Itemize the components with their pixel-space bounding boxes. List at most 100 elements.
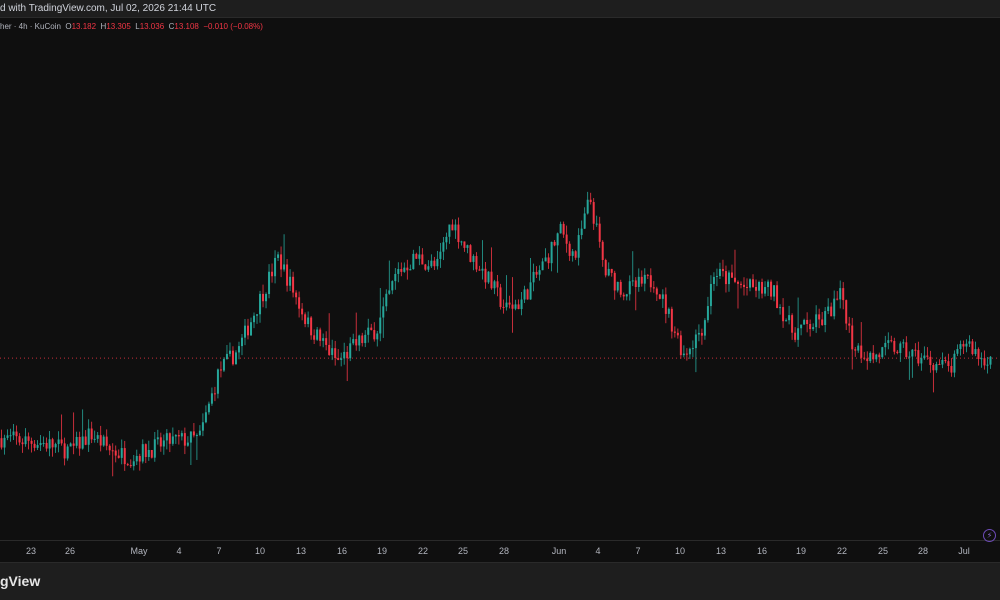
- candle-body: [228, 350, 231, 354]
- candle-body: [325, 338, 328, 345]
- footer-bar: gView: [0, 562, 1000, 600]
- candle-body: [9, 435, 12, 437]
- candle-body: [517, 304, 520, 310]
- candle-body: [286, 264, 289, 286]
- candle-body: [652, 287, 655, 289]
- candle-body: [132, 461, 135, 467]
- candle-body: [950, 366, 953, 373]
- candle-body: [183, 433, 186, 446]
- candle-body: [207, 403, 210, 413]
- candle-body: [971, 341, 974, 355]
- x-tick-label: 22: [417, 546, 429, 556]
- candle-body: [833, 298, 836, 317]
- candle-body: [643, 274, 646, 284]
- candle-body: [385, 293, 388, 307]
- candle-body: [803, 319, 806, 325]
- candle-body: [676, 332, 679, 336]
- candle-body: [18, 436, 21, 443]
- candle-body: [331, 348, 334, 355]
- candle-body: [884, 342, 887, 348]
- candle-body: [427, 266, 430, 270]
- candle-body: [313, 335, 316, 340]
- candle-body: [956, 348, 959, 354]
- candle-body: [911, 349, 914, 357]
- candle-body: [914, 349, 917, 351]
- candle-body: [487, 271, 490, 283]
- change-value: −0.010 (−0.08%): [203, 22, 263, 31]
- time-axis[interactable]: 23 26 May 4 7 10 13 16 19 22 25 28 Jun 4 7 10 13 16 19 22 25…: [0, 542, 1000, 560]
- x-tick-label: 19: [376, 546, 388, 556]
- candle-body: [93, 438, 96, 440]
- candle-body: [791, 315, 794, 333]
- candle-body: [809, 324, 812, 330]
- candle-body: [851, 325, 854, 350]
- candle-body: [373, 330, 376, 340]
- candle-body: [189, 431, 192, 443]
- candle-body: [724, 271, 727, 285]
- candle-body: [78, 436, 81, 449]
- candle-body: [574, 251, 577, 258]
- candle-body: [12, 431, 15, 436]
- candle-body: [349, 343, 352, 359]
- candle-body: [869, 352, 872, 362]
- candle-body: [454, 224, 457, 231]
- x-tick-label: 19: [795, 546, 807, 556]
- candle-body: [198, 430, 201, 436]
- price-plot-area[interactable]: [0, 34, 1000, 540]
- candle-body: [234, 352, 237, 365]
- candle-body: [571, 251, 574, 256]
- candle-body: [863, 357, 866, 359]
- candle-body: [30, 440, 33, 444]
- candle-body: [42, 442, 45, 444]
- x-tick-label: 10: [674, 546, 686, 556]
- candle-body: [797, 328, 800, 340]
- x-tick-label: 4: [595, 546, 601, 556]
- candle-body: [592, 202, 595, 224]
- candle-body: [301, 308, 304, 315]
- candle-body: [102, 436, 105, 446]
- x-tick-label: Jul: [958, 546, 970, 556]
- candle-body: [854, 349, 857, 351]
- candle-body: [403, 267, 406, 272]
- candle-body: [180, 433, 183, 437]
- candle-body: [773, 285, 776, 297]
- candle-body: [117, 455, 120, 458]
- candle-body: [337, 357, 340, 360]
- candle-body: [562, 223, 565, 235]
- candle-body: [472, 256, 475, 262]
- candle-body: [457, 224, 460, 243]
- candle-body: [619, 281, 622, 295]
- time-axis-border: [0, 540, 1000, 541]
- candle-body: [0, 438, 3, 448]
- candle-body: [54, 444, 57, 448]
- tradingview-logo[interactable]: gView: [0, 573, 40, 589]
- candle-body: [511, 304, 514, 309]
- candle-body: [845, 300, 848, 324]
- candle-body: [733, 277, 736, 282]
- lightning-icon[interactable]: ⚡: [983, 529, 996, 542]
- candle-body: [304, 314, 307, 325]
- candle-body: [679, 335, 682, 356]
- candle-body: [721, 268, 724, 272]
- x-tick-label: Jun: [551, 546, 567, 556]
- candle-body: [746, 286, 749, 288]
- candle-body: [788, 315, 791, 321]
- candle-body: [225, 353, 228, 360]
- candle-body: [243, 325, 246, 338]
- candle-body: [703, 320, 706, 336]
- candle-body: [634, 280, 637, 288]
- candle-body: [60, 439, 63, 444]
- candle-body: [346, 351, 349, 359]
- candle-body: [171, 436, 174, 444]
- candle-body: [150, 449, 153, 458]
- candle-body: [144, 444, 147, 458]
- x-tick-label: 10: [254, 546, 266, 556]
- candle-body: [391, 281, 394, 291]
- candle-body: [3, 437, 6, 448]
- candle-body: [712, 276, 715, 284]
- symbol-info: her · 4h · KuCoin: [0, 22, 61, 31]
- candle-body: [361, 335, 364, 344]
- candle-body: [532, 271, 535, 283]
- candlestick-chart[interactable]: [0, 34, 1000, 540]
- candle-body: [661, 294, 664, 299]
